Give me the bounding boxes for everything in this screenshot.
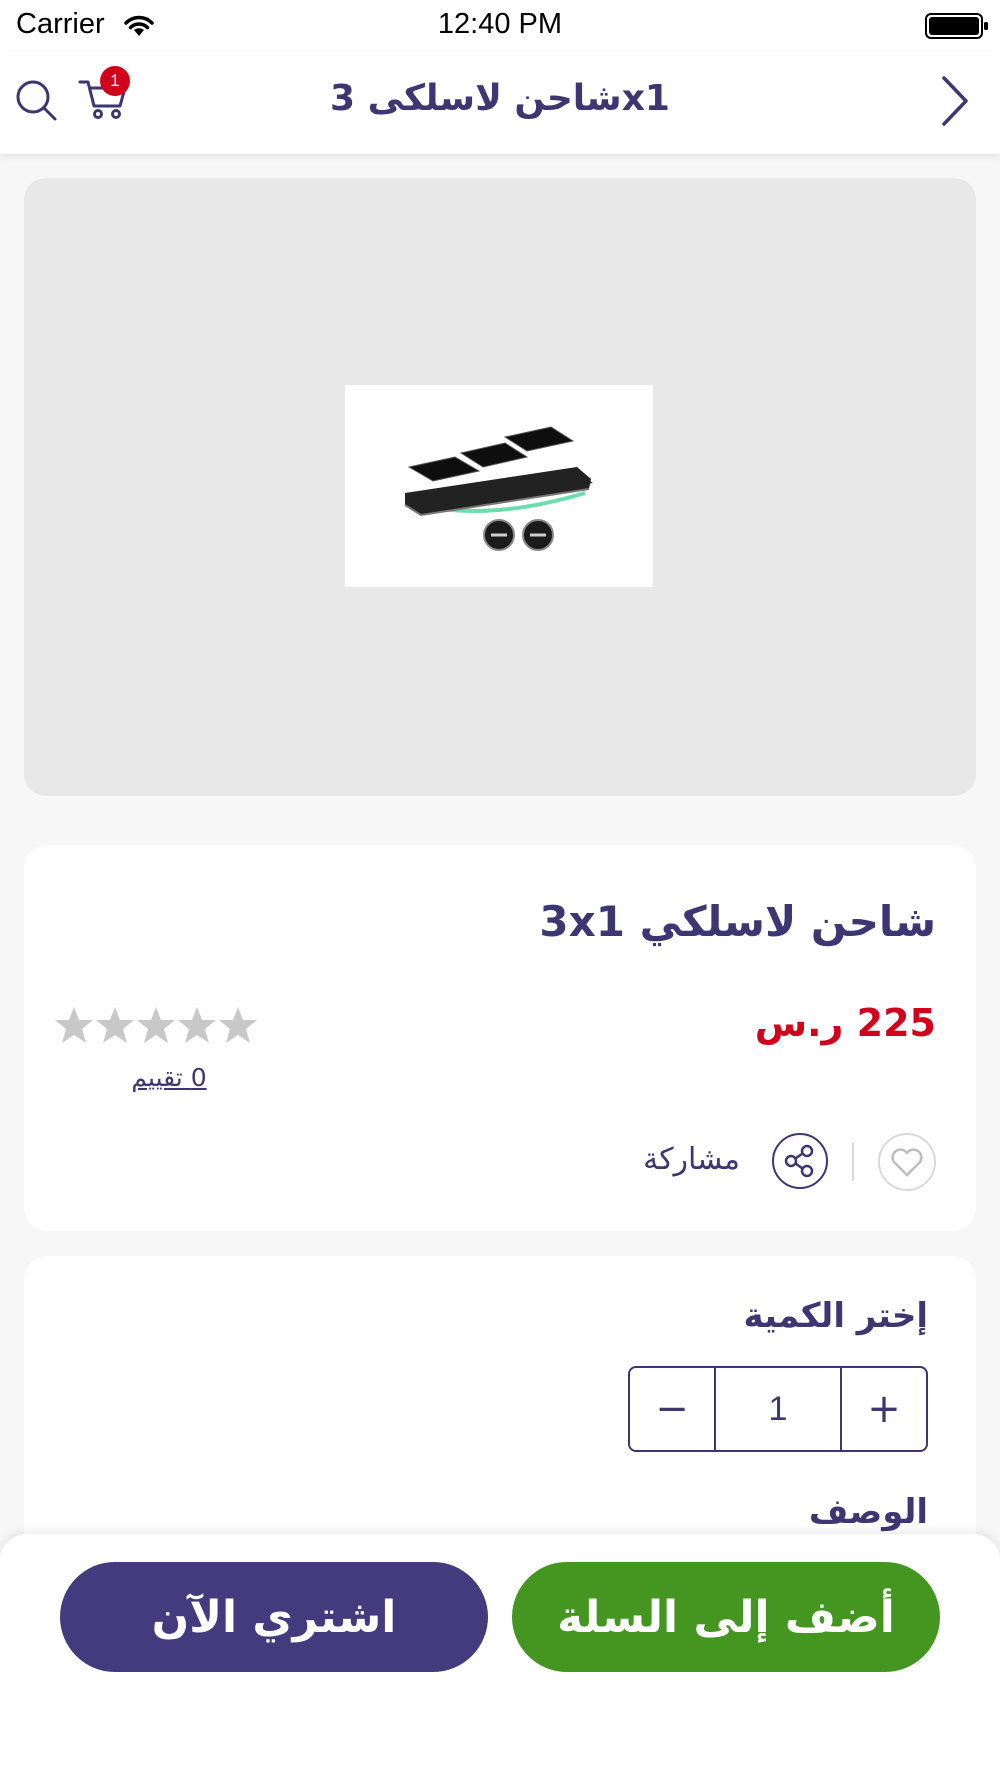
battery-icon [925,13,988,39]
wireless-charger-illustration [404,426,593,551]
action-divider [852,1143,854,1181]
buy-now-button[interactable]: اشتري الآن [60,1562,488,1672]
product-info-card: شاحن لاسلكي 3x1 225 ر.س 0 تقييم مشاركة [24,845,976,1231]
share-label[interactable]: مشاركة [643,1142,740,1177]
quantity-stepper: − 1 + [628,1366,928,1452]
rating-stars [55,1007,257,1043]
bottom-action-bar: اشتري الآن أضف إلى السلة [0,1534,1000,1778]
heart-icon[interactable] [878,1133,936,1191]
product-image [345,385,653,587]
description-label: الوصف [808,1492,928,1532]
status-time: 12:40 PM [437,8,563,40]
nav-bar: 1 شاحن لاسلكى 3x1 [0,52,1000,154]
share-icon[interactable] [772,1133,828,1189]
quantity-value: 1 [768,1389,788,1428]
chevron-right-icon[interactable] [936,74,972,128]
product-name: شاحن لاسلكي 3x1 [539,897,936,946]
quantity-label: إختر الكمية [743,1296,928,1336]
product-price: 225 ر.س [754,1001,936,1045]
rating-count-link[interactable]: 0 تقييم [114,1063,224,1092]
add-to-cart-button[interactable]: أضف إلى السلة [512,1562,940,1672]
status-bar: Carrier 12:40 PM [0,0,1000,52]
decrement-button[interactable]: − [630,1368,716,1450]
page-title: شاحن لاسلكى 3x1 [330,78,670,119]
star-icon [55,1007,257,1043]
increment-button[interactable]: + [840,1368,926,1450]
